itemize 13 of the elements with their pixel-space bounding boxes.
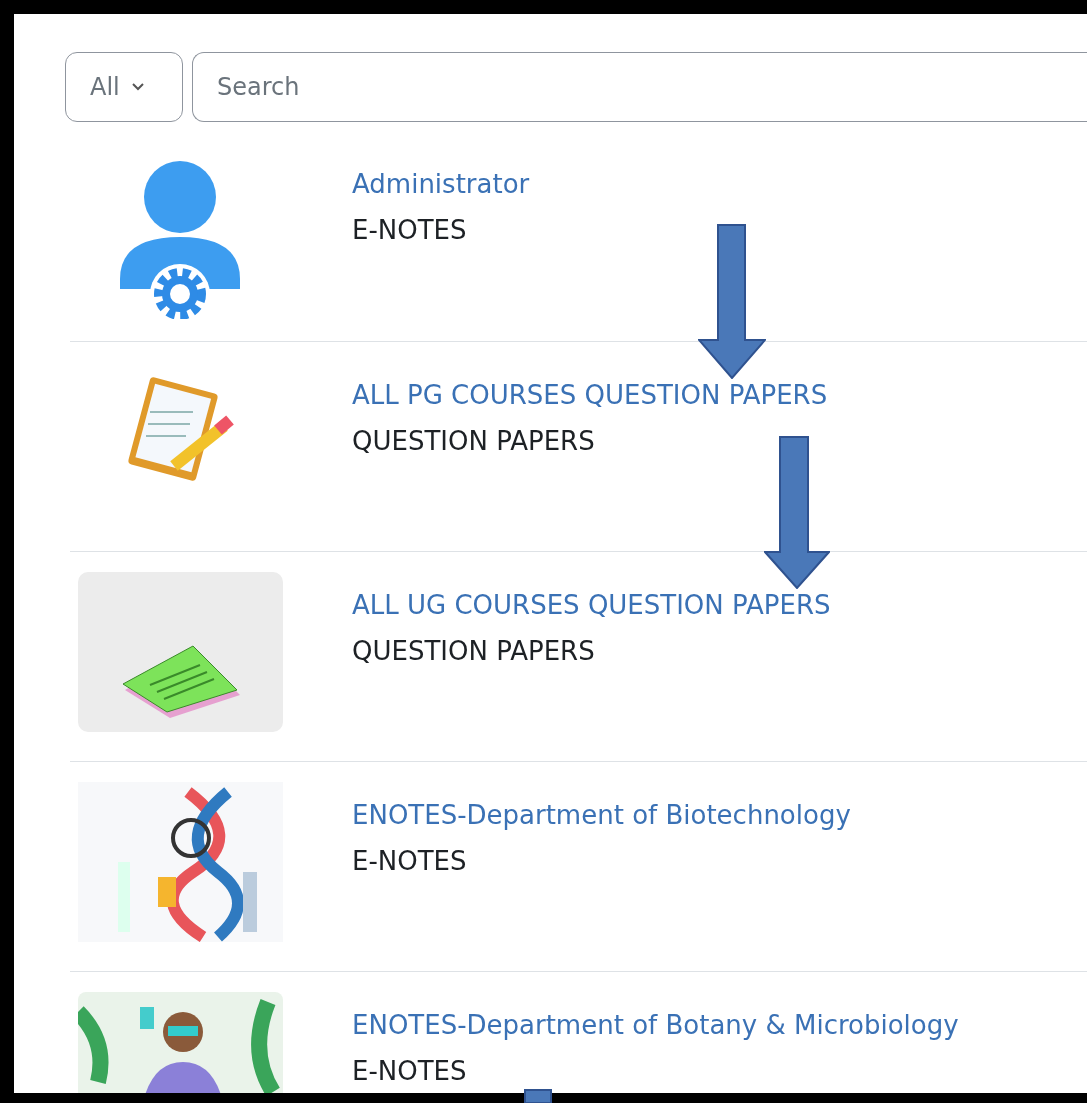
chevron-down-icon: [131, 83, 144, 91]
filter-dropdown[interactable]: All: [65, 52, 183, 122]
course-link[interactable]: Administrator: [352, 161, 530, 207]
course-category: E-NOTES: [352, 1055, 467, 1088]
course-category: QUESTION PAPERS: [352, 635, 595, 668]
course-category: E-NOTES: [352, 214, 467, 247]
course-category: QUESTION PAPERS: [352, 425, 595, 458]
course-link[interactable]: ALL PG COURSES QUESTION PAPERS: [352, 372, 828, 418]
course-link[interactable]: ENOTES-Department of Botany & Microbiology: [352, 1002, 959, 1048]
course-link[interactable]: ALL UG COURSES QUESTION PAPERS: [352, 582, 831, 628]
course-link[interactable]: ENOTES-Department of Biotechnology: [352, 792, 851, 838]
course-category: E-NOTES: [352, 845, 467, 878]
search-field[interactable]: Search: [192, 52, 1087, 122]
